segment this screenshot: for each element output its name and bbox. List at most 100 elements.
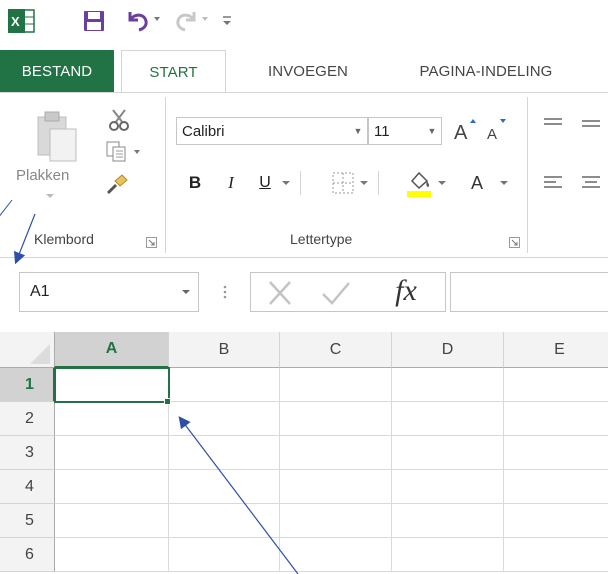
- borders-icon[interactable]: [330, 171, 356, 195]
- cell-b1[interactable]: [169, 368, 280, 402]
- align-top-icon[interactable]: [542, 115, 564, 135]
- cell-d3[interactable]: [392, 436, 504, 470]
- cell-d4[interactable]: [392, 470, 504, 504]
- font-launcher-icon[interactable]: [509, 235, 520, 248]
- cell-e2[interactable]: [504, 402, 608, 436]
- cell-a6[interactable]: [55, 538, 169, 572]
- cell-d2[interactable]: [392, 402, 504, 436]
- ribbon-tabs: BESTAND START INVOEGEN PAGINA-INDELING: [0, 50, 608, 93]
- cell-d5[interactable]: [392, 504, 504, 538]
- tab-insert[interactable]: INVOEGEN: [246, 50, 370, 92]
- font-group-label: Lettertype: [290, 231, 353, 247]
- row-header-4[interactable]: 4: [0, 470, 55, 504]
- name-box-value: A1: [30, 283, 50, 300]
- formula-bar-grip-icon[interactable]: [220, 278, 230, 306]
- paste-icon[interactable]: [30, 107, 84, 165]
- cell-b3[interactable]: [169, 436, 280, 470]
- cut-icon[interactable]: [106, 107, 132, 133]
- column-header-d[interactable]: D: [392, 332, 504, 368]
- font-name-combo[interactable]: Calibri ▼: [176, 117, 368, 145]
- format-painter-icon[interactable]: [104, 171, 130, 197]
- cell-c3[interactable]: [280, 436, 392, 470]
- cell-c5[interactable]: [280, 504, 392, 538]
- font-size-dropdown-icon[interactable]: ▼: [423, 126, 441, 136]
- cell-a4[interactable]: [55, 470, 169, 504]
- clipboard-launcher-icon[interactable]: [146, 235, 157, 248]
- cell-e4[interactable]: [504, 470, 608, 504]
- cell-b6[interactable]: [169, 538, 280, 572]
- copy-dropdown-icon[interactable]: [132, 147, 142, 157]
- column-header-a[interactable]: A: [55, 332, 169, 368]
- fill-handle[interactable]: [164, 398, 171, 405]
- cell-a5[interactable]: [55, 504, 169, 538]
- row-header-3[interactable]: 3: [0, 436, 55, 470]
- button-separator: [378, 171, 379, 195]
- row-header-1[interactable]: 1: [0, 368, 55, 402]
- tab-home[interactable]: START: [121, 50, 226, 93]
- font-color-dropdown-icon[interactable]: [498, 177, 510, 189]
- row-header-2[interactable]: 2: [0, 402, 55, 436]
- row-header-5[interactable]: 5: [0, 504, 55, 538]
- active-cell-a1[interactable]: [54, 367, 170, 403]
- name-box-dropdown-icon[interactable]: [174, 287, 198, 297]
- underline-dropdown-icon[interactable]: [280, 177, 292, 189]
- align-center-icon[interactable]: [580, 173, 602, 193]
- enter-icon[interactable]: [318, 278, 354, 308]
- cell-c2[interactable]: [280, 402, 392, 436]
- excel-icon[interactable]: X: [6, 6, 36, 36]
- select-all-corner[interactable]: [0, 332, 55, 368]
- column-header-b[interactable]: B: [169, 332, 280, 368]
- align-middle-icon[interactable]: [580, 115, 602, 135]
- cell-a2[interactable]: [55, 402, 169, 436]
- shrink-font-icon[interactable]: A: [484, 115, 510, 145]
- fill-color-icon[interactable]: [404, 167, 434, 199]
- italic-button[interactable]: I: [220, 169, 242, 197]
- align-left-icon[interactable]: [542, 173, 564, 193]
- grow-font-icon[interactable]: A: [452, 115, 478, 145]
- tab-page-layout[interactable]: PAGINA-INDELING: [388, 50, 584, 92]
- redo-dropdown-icon[interactable]: [200, 14, 210, 24]
- customize-qat-icon[interactable]: [220, 12, 234, 28]
- quick-access-toolbar: X: [0, 0, 608, 44]
- underline-button[interactable]: U: [254, 169, 276, 197]
- svg-text:A: A: [487, 126, 497, 143]
- cell-e6[interactable]: [504, 538, 608, 572]
- cell-b5[interactable]: [169, 504, 280, 538]
- cell-c6[interactable]: [280, 538, 392, 572]
- cell-e3[interactable]: [504, 436, 608, 470]
- font-size-combo[interactable]: 11 ▼: [368, 117, 442, 145]
- copy-icon[interactable]: [104, 139, 130, 163]
- clipboard-group-label: Klembord: [34, 231, 94, 247]
- font-name-dropdown-icon[interactable]: ▼: [349, 126, 367, 136]
- column-header-e[interactable]: E: [504, 332, 608, 368]
- font-name-value: Calibri: [182, 122, 225, 140]
- cell-d6[interactable]: [392, 538, 504, 572]
- undo-dropdown-icon[interactable]: [152, 14, 162, 24]
- undo-icon[interactable]: [124, 8, 152, 34]
- tab-file[interactable]: BESTAND: [0, 50, 114, 92]
- bold-button[interactable]: B: [184, 169, 206, 197]
- cell-c4[interactable]: [280, 470, 392, 504]
- cell-b4[interactable]: [169, 470, 280, 504]
- cell-c1[interactable]: [280, 368, 392, 402]
- cell-b2[interactable]: [169, 402, 280, 436]
- paste-dropdown-icon[interactable]: [44, 191, 56, 201]
- borders-dropdown-icon[interactable]: [358, 177, 370, 189]
- name-box[interactable]: A1: [19, 272, 199, 312]
- formula-input[interactable]: [450, 272, 608, 312]
- row-header-6[interactable]: 6: [0, 538, 55, 572]
- fill-color-dropdown-icon[interactable]: [436, 177, 448, 189]
- svg-text:X: X: [11, 14, 20, 29]
- cell-e1[interactable]: [504, 368, 608, 402]
- column-header-c[interactable]: C: [280, 332, 392, 368]
- cell-e5[interactable]: [504, 504, 608, 538]
- insert-function-button[interactable]: fx: [384, 274, 428, 308]
- save-icon[interactable]: [82, 9, 106, 33]
- font-color-button[interactable]: A: [466, 169, 488, 197]
- cancel-icon[interactable]: [262, 278, 298, 308]
- ribbon: Plakken Klembord Calibri ▼ 11 ▼ A A B I …: [0, 92, 608, 258]
- cell-a3[interactable]: [55, 436, 169, 470]
- paste-label[interactable]: Plakken: [16, 167, 69, 184]
- redo-icon[interactable]: [172, 8, 200, 34]
- cell-d1[interactable]: [392, 368, 504, 402]
